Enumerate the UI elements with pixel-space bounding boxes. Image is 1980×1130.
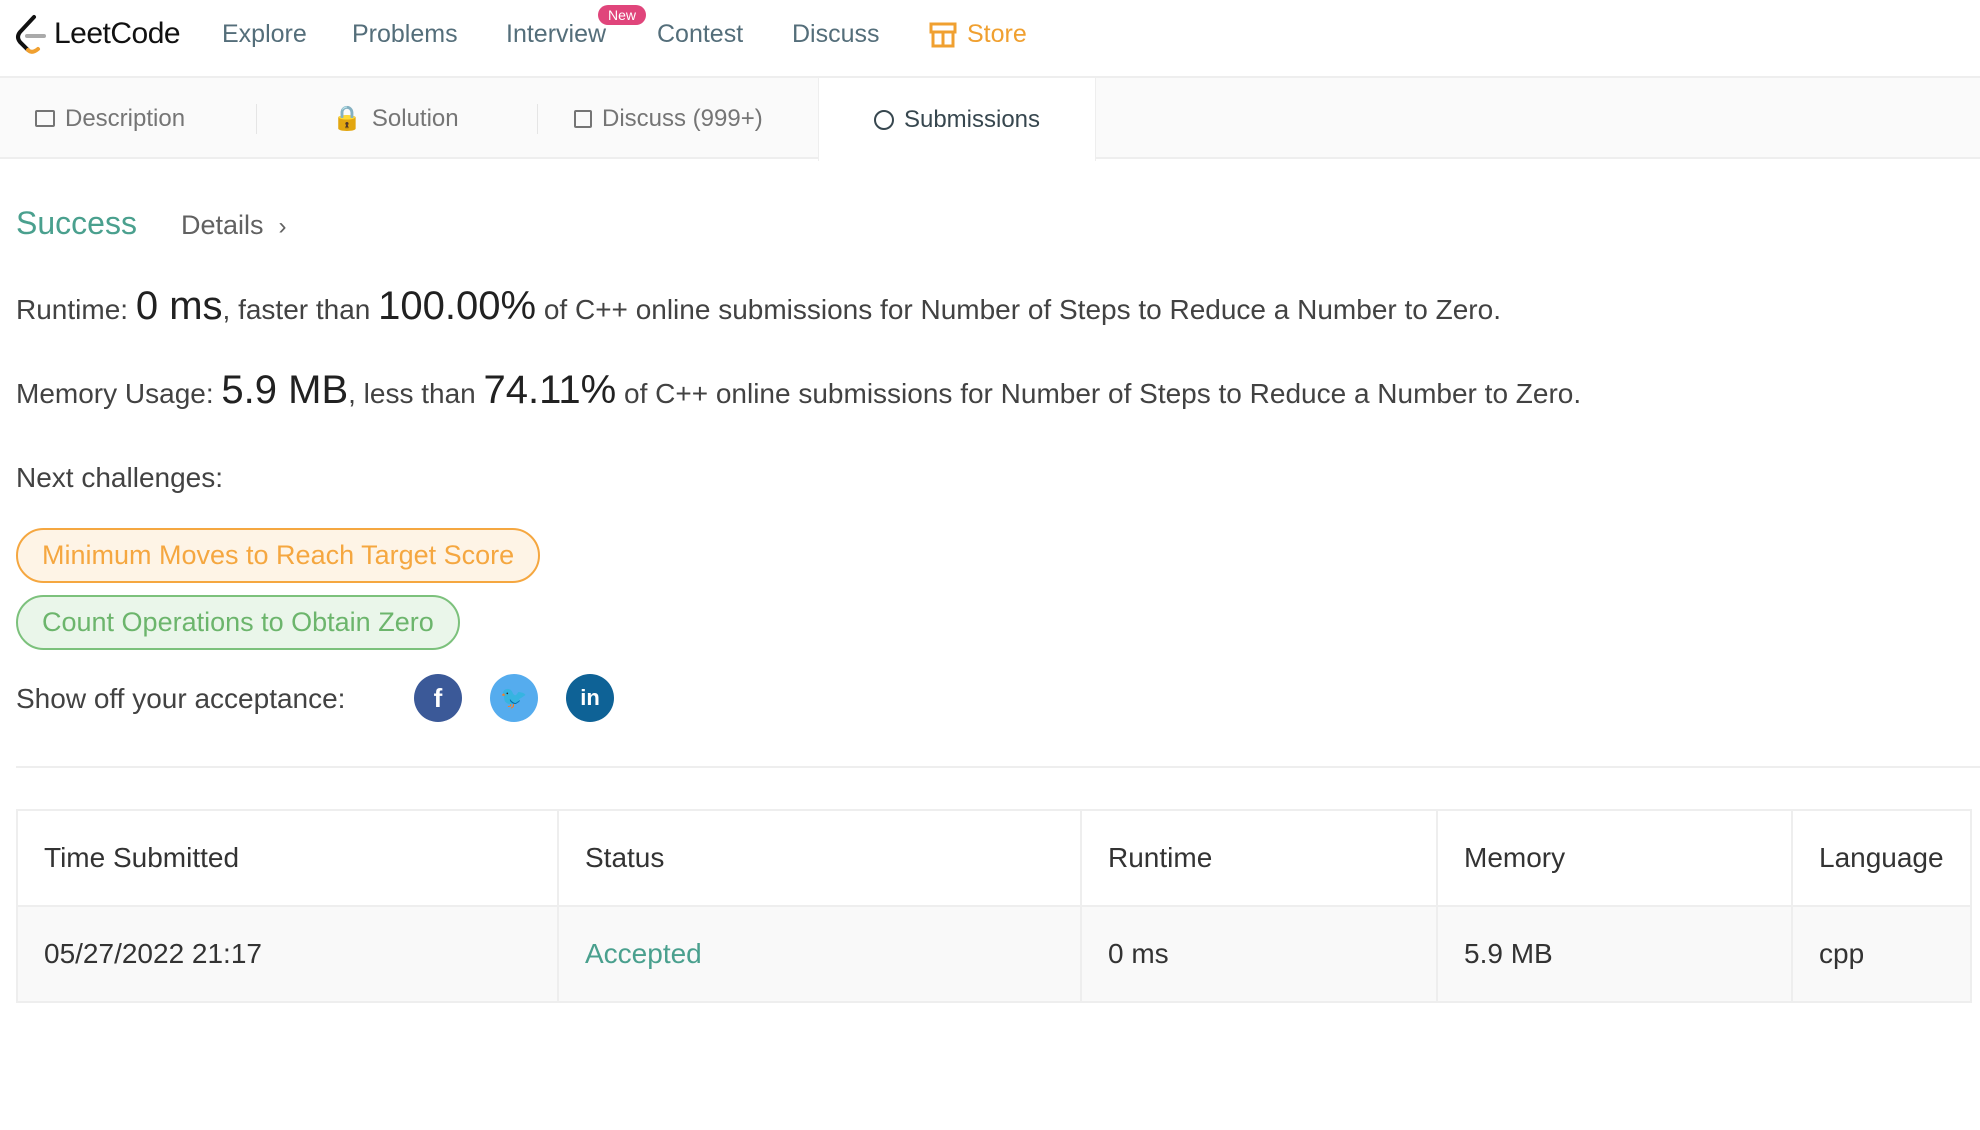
memory-percent: 74.11%	[483, 368, 617, 412]
divider	[16, 766, 1980, 768]
comment-icon	[574, 109, 592, 128]
nav-problems[interactable]: Problems	[352, 20, 458, 49]
runtime-line: Runtime: 0 ms, faster than 100.00% of C+…	[16, 284, 1501, 329]
linkedin-icon[interactable]: in	[566, 674, 614, 722]
new-badge: New	[598, 5, 647, 25]
logo-text: LeetCode	[54, 17, 181, 50]
problem-tabs: Description 🔒 Solution Discuss (999+) Su…	[0, 78, 1980, 161]
tab-solution[interactable]: 🔒 Solution	[332, 78, 459, 159]
tab-label: Discuss (999+)	[602, 104, 763, 132]
nav-store[interactable]: Store	[929, 20, 1027, 49]
cell-memory: 5.9 MB	[1436, 905, 1793, 1003]
tab-label: Description	[65, 104, 186, 132]
memory-tail: of C++ online submissions for Number of …	[616, 378, 1582, 409]
status-success: Success	[16, 205, 137, 241]
memory-line: Memory Usage: 5.9 MB, less than 74.11% o…	[16, 368, 1581, 413]
next-challenges-label: Next challenges:	[16, 462, 224, 493]
nav-explore[interactable]: Explore	[222, 20, 307, 49]
cell-time: 05/27/2022 21:17	[16, 905, 559, 1003]
memory-value: 5.9 MB	[221, 368, 349, 412]
lock-icon: 🔒	[332, 105, 362, 132]
cell-status[interactable]: Accepted	[557, 905, 1082, 1003]
share-label: Show off your acceptance:	[16, 683, 346, 714]
tab-description[interactable]: Description	[35, 78, 185, 159]
col-runtime: Runtime	[1080, 809, 1438, 907]
col-memory: Memory	[1436, 809, 1793, 907]
top-nav: LeetCode Explore Problems Interview New …	[0, 0, 1980, 78]
tab-divider	[256, 104, 257, 134]
clock-icon	[873, 109, 894, 130]
twitter-icon[interactable]: 🐦	[490, 674, 538, 722]
logo[interactable]: LeetCode	[14, 14, 181, 54]
details-link[interactable]: Details ›	[181, 210, 287, 241]
tab-label: Solution	[371, 104, 459, 132]
tab-divider	[537, 104, 538, 134]
store-icon	[929, 22, 957, 47]
col-status: Status	[557, 809, 1082, 907]
table-row: 05/27/2022 21:17 Accepted 0 ms 5.9 MB cp…	[16, 905, 1972, 1003]
col-time: Time Submitted	[16, 809, 559, 907]
runtime-value: 0 ms	[135, 284, 223, 328]
description-icon	[35, 110, 55, 127]
runtime-percent: 100.00%	[378, 284, 537, 328]
col-language: Language	[1791, 809, 1972, 907]
runtime-tail: of C++ online submissions for Number of …	[536, 294, 1501, 325]
nav-discuss[interactable]: Discuss	[792, 20, 880, 49]
leetcode-logo-icon	[16, 15, 46, 54]
cell-language: cpp	[1791, 905, 1972, 1003]
submissions-table: Time Submitted Status Runtime Memory Lan…	[16, 809, 1972, 1003]
memory-text: , less than	[348, 378, 484, 409]
cell-runtime: 0 ms	[1080, 905, 1438, 1003]
tab-label: Submissions	[903, 105, 1041, 133]
tab-submissions[interactable]: Submissions	[818, 78, 1096, 161]
challenge-pill[interactable]: Count Operations to Obtain Zero	[16, 595, 460, 650]
table-header: Time Submitted Status Runtime Memory Lan…	[16, 809, 1972, 907]
memory-label: Memory Usage:	[16, 378, 222, 409]
nav-interview[interactable]: Interview	[506, 20, 606, 49]
store-label: Store	[967, 20, 1027, 48]
runtime-text: , faster than	[222, 294, 379, 325]
details-label: Details	[181, 210, 264, 240]
runtime-label: Runtime:	[16, 294, 136, 325]
nav-contest[interactable]: Contest	[657, 20, 743, 49]
facebook-icon[interactable]: f	[414, 674, 462, 722]
tab-discuss[interactable]: Discuss (999+)	[574, 78, 763, 159]
challenge-pill[interactable]: Minimum Moves to Reach Target Score	[16, 528, 541, 583]
chevron-right-icon: ›	[278, 213, 287, 240]
